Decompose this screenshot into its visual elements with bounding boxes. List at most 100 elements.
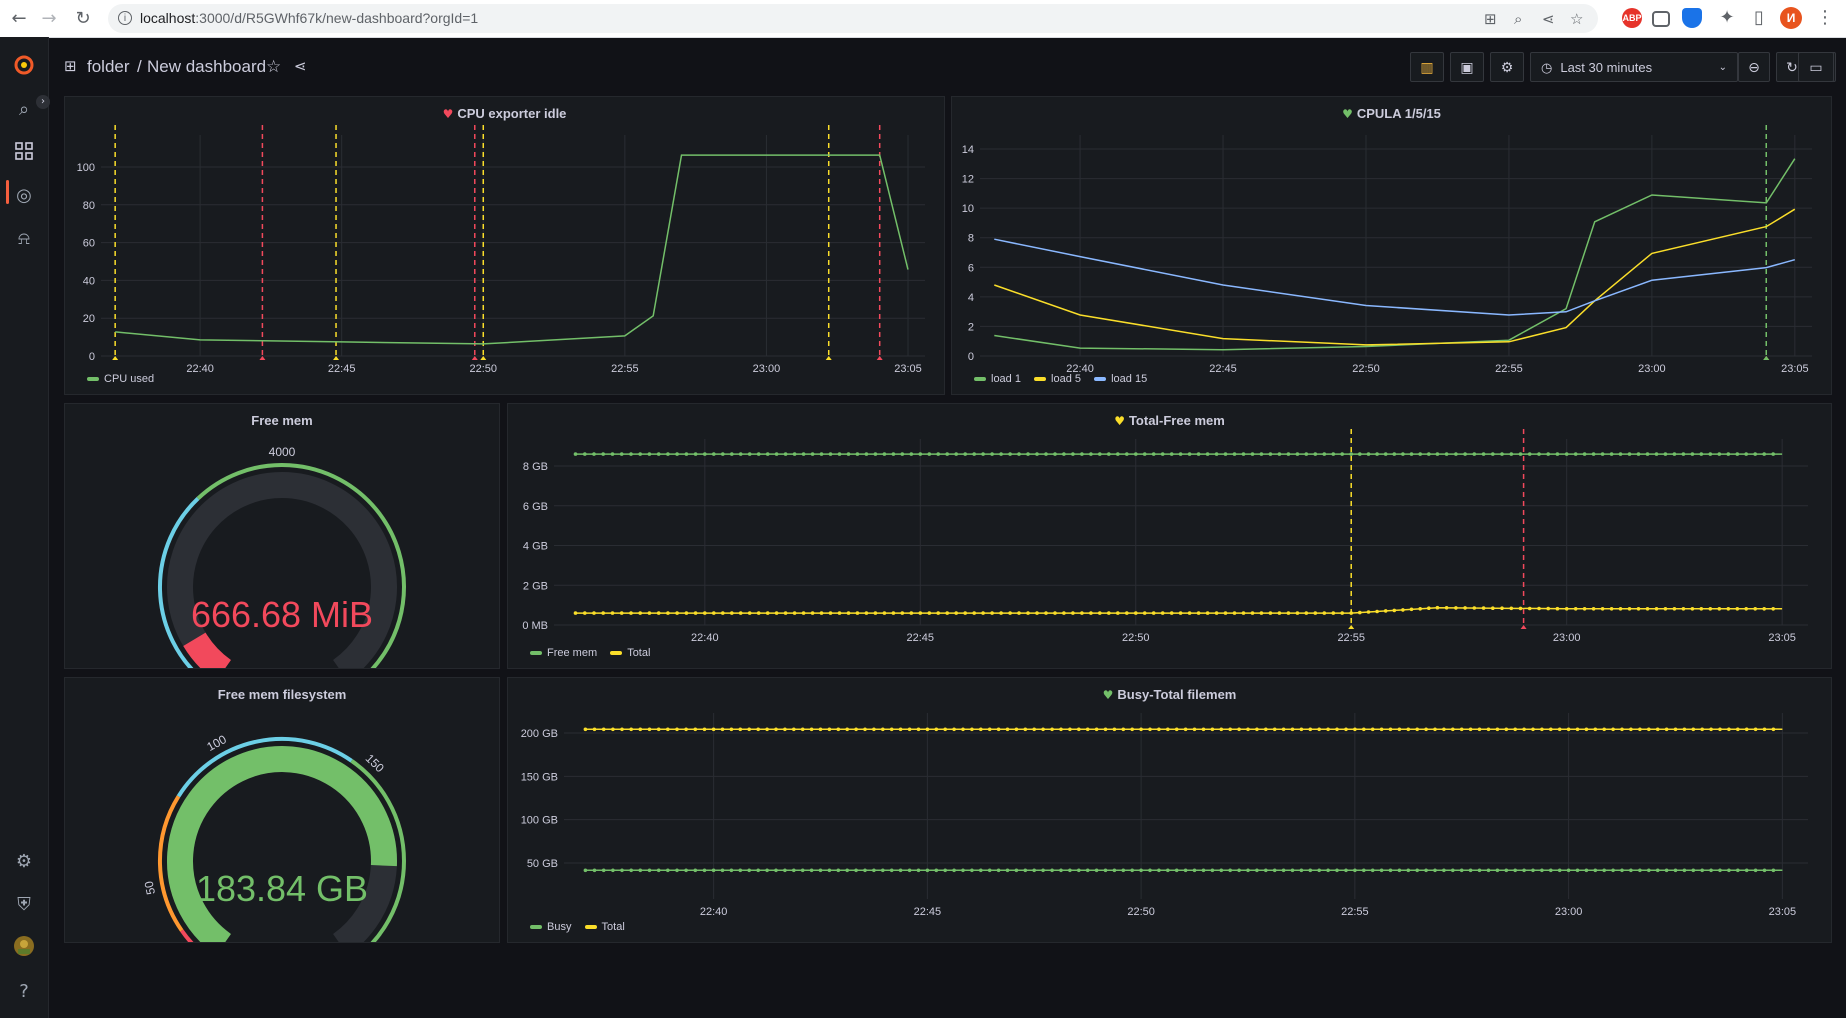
data-point	[1148, 727, 1152, 732]
data-point	[1555, 606, 1560, 611]
reload-icon[interactable]: ↻	[70, 6, 96, 32]
breadcrumb-folder[interactable]: folder	[87, 57, 130, 77]
legend-item[interactable]: Total	[584, 921, 625, 933]
legend-item[interactable]: Busy	[530, 921, 571, 933]
panel-busy-total-filemem[interactable]: ♥ Busy-Total filemem 200 GB 150 GB 100 GB 50…	[507, 677, 1832, 943]
user-avatar[interactable]	[12, 935, 36, 959]
data-point	[1322, 611, 1327, 615]
data-point	[601, 611, 605, 615]
y-tick-label: 100 GB	[521, 815, 558, 827]
grafana-logo-icon[interactable]	[12, 53, 36, 77]
x-tick-label: 23:00	[1555, 906, 1583, 918]
panel-free-mem[interactable]: Free mem 4000100080086009008 666.68 MiB	[64, 403, 500, 669]
data-point	[898, 868, 903, 873]
data-point	[1094, 727, 1099, 732]
share-icon[interactable]: ⋖	[1542, 10, 1555, 28]
legend-item[interactable]: Total	[610, 647, 650, 659]
data-point	[583, 727, 588, 732]
data-point	[1121, 868, 1126, 873]
data-point	[1736, 727, 1740, 732]
configuration-gear-icon[interactable]: ⚙	[12, 850, 36, 874]
legend-item[interactable]: Free mem	[530, 647, 597, 659]
translate-icon[interactable]: ⊞	[1484, 10, 1497, 28]
shield-extension-icon[interactable]	[1682, 8, 1702, 28]
data-point	[1409, 452, 1414, 456]
panel-total-free-mem[interactable]: ♥ Total-Free mem 8 GB 6 GB 4 GB 2 GB 0 MB 22:4…	[507, 403, 1832, 669]
help-icon[interactable]: ?	[12, 980, 36, 1004]
data-point	[720, 868, 725, 873]
legend-item[interactable]: load 5	[1034, 373, 1081, 385]
legend-item[interactable]: CPU used	[87, 373, 154, 385]
pip-extension-icon[interactable]	[1652, 11, 1670, 27]
expand-sidebar-icon[interactable]: ›	[36, 95, 50, 109]
data-point	[1700, 727, 1704, 732]
data-point	[819, 452, 824, 456]
data-point	[952, 727, 956, 732]
dashboards-icon[interactable]	[12, 141, 36, 165]
explore-compass-icon[interactable]: ◎	[12, 184, 36, 208]
forward-icon[interactable]: →	[36, 6, 62, 32]
add-panel-button[interactable]: ▥	[1410, 52, 1444, 82]
data-point	[970, 868, 974, 873]
data-point	[1753, 607, 1757, 611]
extensions-puzzle-icon[interactable]: ✦	[1714, 5, 1740, 31]
y-tick-label: 10	[962, 203, 974, 215]
bookmark-star-icon[interactable]: ☆	[1570, 10, 1583, 28]
data-point	[1299, 868, 1304, 873]
side-panel-icon[interactable]: ▯	[1746, 5, 1772, 31]
data-point	[1344, 868, 1348, 873]
zoom-out-button[interactable]: ⊖	[1738, 52, 1770, 82]
data-point	[1531, 727, 1535, 732]
share-dashboard-icon[interactable]: ⋖	[294, 57, 307, 75]
browser-menu-icon[interactable]: ⋮	[1812, 5, 1838, 31]
data-point	[979, 868, 983, 873]
star-icon[interactable]: ☆	[266, 57, 281, 77]
data-point	[1299, 727, 1304, 732]
page-title[interactable]: New dashboard	[147, 57, 266, 77]
adblock-extension-icon[interactable]: ABP	[1622, 8, 1642, 28]
alerting-bell-icon[interactable]: ⍾	[12, 227, 36, 251]
y-tick-label: 6 GB	[523, 501, 548, 513]
panel-cpula[interactable]: ♥ CPULA 1/5/15 14 12 10 8 6 4 2 0 22:40 22:45 22:50…	[951, 96, 1832, 395]
data-point	[1672, 607, 1677, 611]
dashboard-settings-button[interactable]: ⚙	[1490, 52, 1524, 82]
panel-free-mem-filesystem[interactable]: Free mem filesystem 1001505020220 183.84…	[64, 677, 500, 943]
data-point	[1008, 452, 1012, 456]
save-dashboard-button[interactable]: ▣	[1450, 52, 1484, 82]
data-point	[1304, 611, 1309, 615]
data-point	[1673, 868, 1678, 873]
data-point	[1308, 727, 1313, 732]
data-point	[909, 611, 914, 615]
data-point	[1228, 727, 1232, 732]
data-point	[898, 727, 903, 732]
data-point	[1237, 868, 1241, 873]
data-point	[1762, 868, 1767, 873]
panel-cpu-exporter-idle[interactable]: ♥ CPU exporter idle 100 80 60 40 20 0 22:40 22:4…	[64, 96, 945, 395]
data-point	[1121, 727, 1126, 732]
back-icon[interactable]: ←	[6, 6, 32, 32]
search-icon[interactable]: ⌕	[12, 98, 36, 122]
data-point	[1098, 611, 1102, 615]
site-info-icon[interactable]: i	[118, 11, 132, 25]
data-point	[711, 727, 716, 732]
data-point	[1035, 611, 1039, 615]
time-picker-button[interactable]: ◷ Last 30 minutes ⌄	[1530, 52, 1738, 82]
data-point	[1491, 606, 1495, 610]
data-point	[810, 611, 815, 615]
server-admin-shield-icon[interactable]: ⛨	[12, 893, 36, 917]
data-point	[1362, 868, 1366, 873]
cycle-view-mode-button[interactable]: ▭	[1798, 52, 1834, 82]
zoom-icon[interactable]: ⌕	[1514, 10, 1522, 28]
data-point	[729, 727, 734, 732]
data-point	[675, 868, 679, 873]
data-point	[1636, 452, 1641, 456]
profile-avatar[interactable]: И	[1780, 7, 1802, 29]
legend-item[interactable]: load 1	[974, 373, 1021, 385]
data-point	[1174, 868, 1179, 873]
legend-item[interactable]: load 15	[1094, 373, 1147, 385]
data-point	[1349, 611, 1353, 615]
y-tick-label: 0 MB	[522, 620, 548, 632]
address-bar[interactable]: i localhost:3000/d/R5GWhf67k/new-dashboa…	[108, 4, 1598, 33]
data-point	[1708, 607, 1713, 611]
data-point	[1655, 868, 1660, 873]
